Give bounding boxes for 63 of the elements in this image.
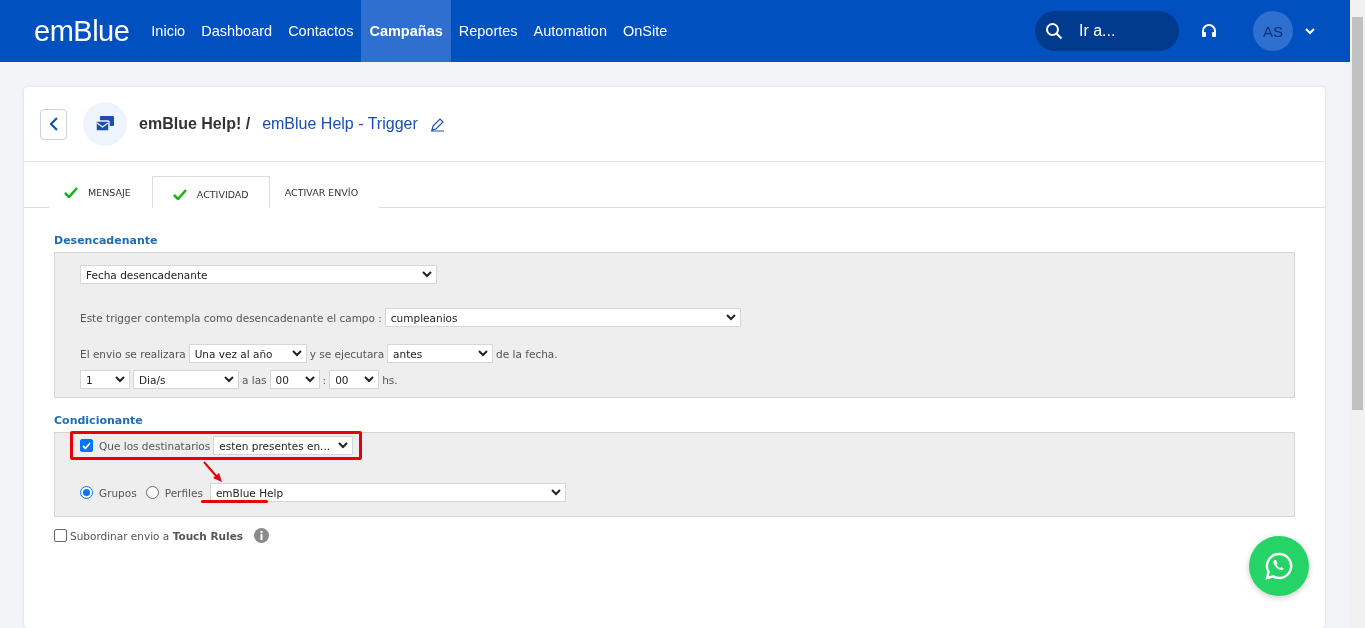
search-icon (1045, 22, 1063, 40)
nav-item[interactable]: OnSite (614, 0, 676, 62)
back-button[interactable] (40, 108, 67, 140)
checkbox-label: Que los destinatarios (99, 439, 211, 452)
dropdown[interactable]: 1 (80, 370, 130, 389)
chevron-down-icon (1305, 27, 1315, 35)
nav-item[interactable]: Contactos (280, 0, 362, 62)
envelopes-icon (95, 116, 115, 132)
checkbox[interactable] (54, 529, 67, 542)
radio-label: Grupos (99, 486, 137, 499)
form-label: de la fecha. (496, 347, 558, 360)
form-label: hs. (382, 373, 398, 386)
dropdown[interactable]: antes (387, 344, 494, 363)
headset-icon[interactable] (1201, 23, 1217, 39)
chat-bubble-phone-icon (1264, 551, 1294, 581)
search-field[interactable]: Ir a... (1035, 11, 1179, 51)
chevron-left-icon (48, 116, 59, 132)
form-label: y se ejecutara (309, 347, 385, 360)
dropdown[interactable]: esten presentes en... (213, 436, 354, 455)
chevron-down-icon (364, 376, 375, 383)
dropdown[interactable]: Dia/s (133, 370, 239, 389)
checkmark-icon (64, 187, 78, 198)
checkbox[interactable] (80, 439, 93, 452)
chevron-down-icon (224, 376, 234, 383)
chevron-down-icon (478, 350, 489, 357)
underline-annotation (201, 500, 268, 503)
tab[interactable]: ACTIVIDAD (151, 176, 270, 208)
dropdown[interactable]: 00 (329, 370, 380, 389)
campaign-title: emBlue Help - Trigger (262, 115, 418, 133)
radio-button[interactable] (80, 486, 93, 499)
chevron-down-icon (422, 271, 432, 278)
form-label: Este trigger contempla como desencadenante el campo : (80, 311, 382, 324)
section-heading: Desencadenante (54, 234, 159, 247)
scrollbar[interactable] (1350, 0, 1365, 628)
dropdown[interactable]: cumpleanios (384, 308, 741, 327)
chevron-down-icon (725, 314, 736, 321)
chevron-down-icon (115, 376, 125, 383)
dropdown[interactable]: Fecha desencadenante (80, 265, 437, 284)
pencil-icon[interactable] (429, 116, 445, 132)
dropdown[interactable]: emBlue Help (209, 483, 566, 502)
form-label: El envio se realizara (80, 347, 186, 360)
chevron-down-icon (338, 442, 349, 449)
logo[interactable]: emBlue (34, 0, 130, 62)
chevron-down-icon (291, 350, 302, 357)
form-label: a las (242, 373, 267, 386)
nav-item[interactable]: Campañas (361, 0, 451, 62)
breadcrumb-parent[interactable]: emBlue Help! / (139, 115, 251, 133)
nav-item[interactable]: Reportes (450, 0, 526, 62)
section-heading: Condicionante (54, 414, 144, 427)
nav-item[interactable]: Inicio (143, 0, 194, 62)
nav-item[interactable]: Automation (525, 0, 615, 62)
dropdown[interactable]: 00 (269, 370, 320, 389)
form-label: : (322, 373, 327, 386)
chevron-down-icon (304, 376, 315, 383)
arrow-annotation (203, 461, 223, 483)
checkmark-icon (172, 189, 187, 200)
nav-item[interactable]: Dashboard (193, 0, 281, 62)
info-icon[interactable] (254, 528, 269, 543)
chevron-down-icon (550, 489, 561, 496)
radio-button[interactable] (145, 486, 159, 499)
checkbox-label: Subordinar envio a Touch Rules (70, 529, 243, 542)
radio-label: Perfiles (164, 486, 203, 499)
dropdown[interactable]: Una vez al año (188, 344, 307, 363)
